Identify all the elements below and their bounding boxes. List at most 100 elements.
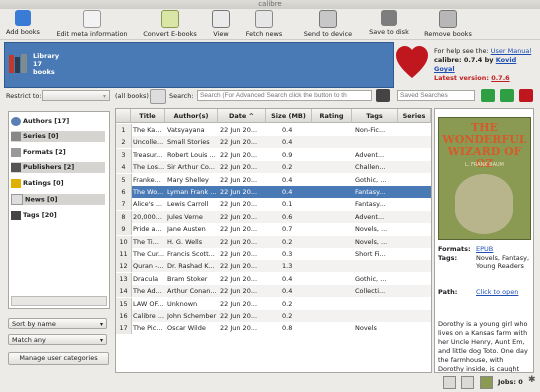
saved-searches-input[interactable] xyxy=(397,90,475,101)
delete-search-icon[interactable] xyxy=(519,89,533,102)
latest-version-link[interactable]: 0.7.6 xyxy=(491,74,510,82)
tag-browser-hscrollbar[interactable] xyxy=(11,296,107,306)
cell-size: 0.2 xyxy=(282,299,293,308)
table-row[interactable]: 2 Uncolle... Small Stories 22 Jun 20... 0.4 xyxy=(116,136,431,149)
cell-title: The Wo... xyxy=(133,188,164,196)
column-header-size[interactable]: Size (MB) xyxy=(266,109,312,123)
tag-category-news[interactable]: News [0] xyxy=(11,194,105,205)
column-header-date[interactable]: Date ^ xyxy=(218,109,266,123)
restrict-dropdown[interactable]: ▾ xyxy=(42,90,110,101)
cover-flow-icon[interactable] xyxy=(443,376,456,389)
cell-size: 0.9 xyxy=(282,150,293,159)
book-cover[interactable]: THE WONDERFUL WIZARD OF OZ L. FRANK BAUM xyxy=(438,117,531,240)
cell-title: LAW OF... xyxy=(133,299,164,308)
add-books-label: Add books xyxy=(6,28,40,36)
cover-author: L. FRANK BAUM xyxy=(465,162,504,168)
save-to-disk-button[interactable]: Save to disk xyxy=(368,10,410,38)
cell-title: Calibre ... xyxy=(133,312,165,320)
cell-tags: Novels xyxy=(355,324,377,333)
cell-author: Francis Scott... xyxy=(167,250,215,258)
tag-category-formats[interactable]: Formats [2] xyxy=(11,147,66,158)
send-to-device-label: Send to device xyxy=(303,30,353,38)
column-header-title[interactable]: Title xyxy=(131,109,165,123)
cell-size: 0.4 xyxy=(282,287,293,296)
cell-size: 0.4 xyxy=(282,126,293,134)
path-link[interactable]: Click to open xyxy=(476,288,532,297)
table-row[interactable]: 8 20,000... Jules Verne 22 Jun 20... 0.6 Adve… xyxy=(116,210,431,223)
table-row[interactable]: 11 The Cur... Francis Scott... 22 Jun 20...… xyxy=(116,248,431,260)
cell-title: The Pic... xyxy=(133,324,163,333)
cell-rating xyxy=(314,322,352,334)
fetch-news-icon xyxy=(255,10,273,28)
table-row[interactable]: 14 The Ad... Arthur Conan... 22 Jun 20... 0.… xyxy=(116,285,431,298)
binoculars-icon[interactable] xyxy=(150,89,166,104)
edit-meta-button[interactable]: Edit meta information xyxy=(54,10,130,38)
tag-category-ratings[interactable]: Ratings [0] xyxy=(11,178,64,189)
send-to-device-button[interactable]: Send to device xyxy=(302,10,354,38)
donate-heart-icon[interactable] xyxy=(396,46,428,80)
cell-tags: Gothic, ... xyxy=(355,274,387,283)
cell-n: 8 xyxy=(116,210,132,223)
cell-title: Pride a... xyxy=(133,225,162,234)
library-label: Library 17 books xyxy=(33,52,59,76)
sort-by-dropdown[interactable]: Sort by name ▾ xyxy=(8,318,107,329)
table-row[interactable]: 7 Alice's ... Lewis Carroll 22 Jun 20... 0.1… xyxy=(116,198,431,211)
tag-category-tags[interactable]: Tags [20] xyxy=(11,210,57,221)
busy-spinner-icon: ✱ xyxy=(528,375,536,385)
column-header-rating[interactable]: Rating xyxy=(312,109,352,123)
cell-author: H. G. Wells xyxy=(167,237,203,246)
convert-button[interactable]: Convert E-books xyxy=(142,10,198,38)
add-books-button[interactable]: Add books xyxy=(4,10,42,38)
format-epub-link[interactable]: EPUB xyxy=(476,245,532,254)
cell-title: Franke... xyxy=(133,175,161,184)
tag-category-label: Series [0] xyxy=(23,132,59,140)
tag-category-label: Tags [20] xyxy=(23,211,57,219)
jobs-status[interactable]: Jobs: 0 xyxy=(498,378,523,386)
cell-author: Oscar Wilde xyxy=(167,324,206,333)
cell-tags: Fantasy... xyxy=(355,200,386,209)
manage-user-categories-button[interactable]: Manage user categories xyxy=(8,352,109,365)
table-row[interactable]: 1 The Ka... Vatsyayana 22 Jun 20... 0.4 Non-F… xyxy=(116,124,431,136)
user-manual-link[interactable]: User Manual xyxy=(491,47,532,55)
match-dropdown[interactable]: Match any ▾ xyxy=(8,334,107,345)
add-search-icon[interactable] xyxy=(500,89,514,102)
table-row[interactable]: 6 The Wo... Lyman Frank ... 22 Jun 20... 0.4… xyxy=(116,186,431,198)
column-header-date-label: Date xyxy=(228,112,247,120)
tag-category-publishers[interactable]: Publishers [2] xyxy=(11,162,105,173)
library-line1: Library xyxy=(33,52,60,60)
column-header-authors[interactable]: Author(s) xyxy=(165,109,218,123)
cover-illustration xyxy=(455,174,513,234)
clear-search-icon[interactable] xyxy=(376,89,390,102)
remove-books-button[interactable]: Remove books xyxy=(424,10,472,38)
tag-category-series[interactable]: Series [0] xyxy=(11,131,105,142)
table-row[interactable]: 4 The Los... Sir Arthur Co... 22 Jun 20... 0… xyxy=(116,161,431,174)
cell-rating xyxy=(314,136,352,148)
column-header-tags[interactable]: Tags xyxy=(352,109,398,123)
table-row[interactable]: 17 The Pic... Oscar Wilde 22 Jun 20... 0.8 No… xyxy=(116,322,431,335)
cell-tags: Collecti... xyxy=(355,287,386,296)
tag-category-label: Ratings [0] xyxy=(23,179,64,187)
search-input[interactable] xyxy=(197,90,372,101)
cell-rating xyxy=(314,161,352,173)
table-row[interactable]: 12 Quran -... Dr. Rashad K... 22 Jun 20... 1… xyxy=(116,260,431,273)
table-row[interactable]: 9 Pride a... Jane Austen 22 Jun 20... 0.7 Nov… xyxy=(116,223,431,236)
tag-category-authors[interactable]: Authors [17] xyxy=(11,116,69,127)
save-search-icon[interactable] xyxy=(481,89,495,102)
cell-n: 12 xyxy=(116,260,132,273)
table-row[interactable]: 16 Calibre ... John Schember 22 Jun 20... 0.… xyxy=(116,310,431,322)
cell-size: 0.4 xyxy=(282,175,293,184)
fetch-news-button[interactable]: Fetch news xyxy=(244,10,284,38)
library-location[interactable]: Library 17 books xyxy=(4,42,394,88)
column-header-series[interactable]: Series xyxy=(398,109,431,123)
table-row[interactable]: 3 Treasur... Robert Louis ... 22 Jun 20... 0… xyxy=(116,148,431,161)
view-button[interactable]: View xyxy=(209,10,233,38)
book-details-icon[interactable] xyxy=(480,376,493,389)
table-row[interactable]: 13 Dracula Bram Stoker 22 Jun 20... 0.4 Gothi… xyxy=(116,272,431,285)
cell-author: Unknown xyxy=(167,299,198,308)
table-row[interactable]: 5 Franke... Mary Shelley 22 Jun 20... 0.4 Got… xyxy=(116,173,431,186)
table-row[interactable]: 10 The Ti... H. G. Wells 22 Jun 20... 0.2 Nov… xyxy=(116,235,431,248)
window-titlebar: calibre xyxy=(0,0,540,9)
cell-author: Mary Shelley xyxy=(167,175,209,184)
table-row[interactable]: 15 LAW OF... Unknown 22 Jun 20... 0.2 xyxy=(116,297,431,310)
tag-icon[interactable] xyxy=(461,376,474,389)
